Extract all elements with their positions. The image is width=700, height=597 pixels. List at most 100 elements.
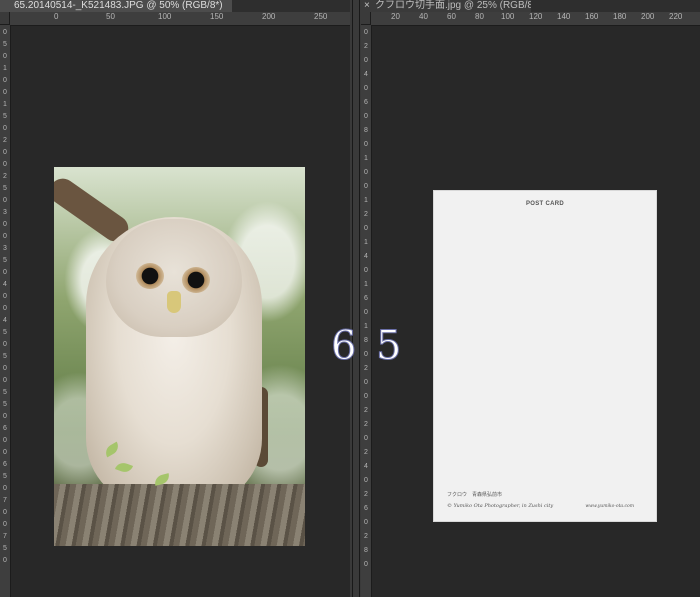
ruler-label: 7 xyxy=(3,533,7,540)
ruler-label: 1 xyxy=(364,197,368,204)
tab-owl-photo[interactable]: 65.20140514-_K521483.JPG @ 50% (RGB/8*) xyxy=(0,0,232,12)
ruler-label: 0 xyxy=(3,377,7,384)
ruler-label: 2 xyxy=(3,173,7,180)
ruler-label: 5 xyxy=(3,545,7,552)
ruler-label: 0 xyxy=(3,149,7,156)
ruler-label: 3 xyxy=(3,209,7,216)
ruler-label: 0 xyxy=(364,113,368,120)
ruler-label: 100 xyxy=(158,12,172,21)
owl-beak xyxy=(167,291,181,313)
ruler-label: 200 xyxy=(262,12,276,21)
ruler-label: 6 xyxy=(3,425,7,432)
ruler-label: 0 xyxy=(364,225,368,232)
ruler-label: 5 xyxy=(3,257,7,264)
ruler-label: 120 xyxy=(529,12,543,21)
owl-head xyxy=(106,219,242,337)
ruler-label: 8 xyxy=(364,337,368,344)
ruler-label: 0 xyxy=(3,365,7,372)
ruler-label: 0 xyxy=(364,561,368,568)
ruler-label: 1 xyxy=(364,155,368,162)
tab-title: 65.20140514-_K521483.JPG @ 50% (RGB/8*) xyxy=(14,0,223,11)
ruler-label: 4 xyxy=(3,281,7,288)
ruler-label: 0 xyxy=(3,341,7,348)
ruler-label: 0 xyxy=(3,485,7,492)
ruler-label: 5 xyxy=(3,185,7,192)
ruler-label: 140 xyxy=(557,12,571,21)
ruler-label: 180 xyxy=(613,12,627,21)
ruler-label: 6 xyxy=(364,99,368,106)
ruler-label: 0 xyxy=(3,197,7,204)
owl-eye xyxy=(136,263,164,289)
tab-strip xyxy=(232,0,350,12)
ruler-label: 0 xyxy=(3,557,7,564)
ruler-label: 60 xyxy=(447,12,456,21)
ruler-label: 220 xyxy=(669,12,683,21)
ruler-label: 0 xyxy=(54,12,59,21)
ruler-label: 0 xyxy=(3,293,7,300)
ruler-label: 5 xyxy=(3,113,7,120)
ruler-label: 0 xyxy=(364,435,368,442)
postcard-copyright: © Yumiko Ota Photographer, in Zushi city xyxy=(447,503,554,509)
ruler-label: 2 xyxy=(364,407,368,414)
vertical-ruler[interactable]: 0 2 0 4 0 6 0 8 0 1 0 0 1 2 0 1 4 0 1 6 0 1 8 0 2 0 0 2 2 0 2 4 0 2 6 0 2 8 0 xyxy=(361,25,372,597)
ruler-label: 0 xyxy=(364,183,368,190)
ruler-label: 0 xyxy=(3,77,7,84)
tab-postcard[interactable]: × クフロウ切手面.jpg @ 25% (RGB/8) xyxy=(361,0,531,12)
ruler-label: 0 xyxy=(3,125,7,132)
ruler-label: 0 xyxy=(3,449,7,456)
ruler-label: 2 xyxy=(364,491,368,498)
ruler-label: 4 xyxy=(364,253,368,260)
ruler-label: 4 xyxy=(364,463,368,470)
ruler-label: 0 xyxy=(364,169,368,176)
ruler-label: 6 xyxy=(3,461,7,468)
ruler-label: 2 xyxy=(364,43,368,50)
ruler-label: 6 xyxy=(364,295,368,302)
ruler-label: 0 xyxy=(3,161,7,168)
close-icon[interactable]: × xyxy=(364,0,370,12)
ruler-label: 1 xyxy=(3,101,7,108)
ruler-corner[interactable] xyxy=(361,12,371,25)
ruler-label: 0 xyxy=(3,221,7,228)
panel-divider[interactable] xyxy=(350,0,361,597)
ruler-label: 40 xyxy=(419,12,428,21)
ruler-label: 0 xyxy=(3,89,7,96)
ruler-label: 0 xyxy=(3,53,7,60)
ruler-label: 0 xyxy=(364,477,368,484)
ruler-label: 0 xyxy=(3,305,7,312)
ruler-label: 2 xyxy=(364,449,368,456)
ruler-label: 150 xyxy=(210,12,224,21)
ruler-label: 20 xyxy=(391,12,400,21)
ruler-label: 2 xyxy=(364,421,368,428)
postcard-url: www.yumiko-ota.com xyxy=(585,504,634,509)
vertical-ruler[interactable]: 0 5 0 1 0 0 1 5 0 2 0 0 2 5 0 3 0 0 3 5 0 4 0 0 4 5 0 5 0 0 5 5 0 6 0 0 6 5 0 7… xyxy=(0,25,11,597)
ruler-label: 0 xyxy=(3,509,7,516)
ruler-label: 1 xyxy=(364,323,368,330)
ruler-label: 7 xyxy=(3,497,7,504)
ruler-label: 200 xyxy=(641,12,655,21)
ruler-label: 1 xyxy=(3,65,7,72)
ruler-label: 6 xyxy=(364,505,368,512)
ruler-label: 5 xyxy=(3,41,7,48)
horizontal-ruler[interactable]: 20 40 60 80 100 120 140 160 180 200 220 xyxy=(371,12,700,26)
ruler-label: 3 xyxy=(3,245,7,252)
ruler-label: 0 xyxy=(3,437,7,444)
log xyxy=(54,484,305,546)
ruler-label: 80 xyxy=(475,12,484,21)
ruler-label: 5 xyxy=(3,473,7,480)
ruler-label: 5 xyxy=(3,401,7,408)
ruler-label: 0 xyxy=(3,269,7,276)
ruler-corner[interactable] xyxy=(0,12,10,25)
ruler-label: 4 xyxy=(3,317,7,324)
owl-photo xyxy=(54,167,305,546)
owl-eye xyxy=(182,267,210,293)
ruler-label: 2 xyxy=(364,365,368,372)
postcard-caption: フクロウ 青森県弘前市 xyxy=(447,492,503,498)
ruler-label: 0 xyxy=(364,309,368,316)
ruler-label: 0 xyxy=(364,57,368,64)
horizontal-ruler[interactable]: 0 50 100 150 200 250 xyxy=(10,12,350,26)
tab-strip xyxy=(531,0,700,12)
ruler-label: 160 xyxy=(585,12,599,21)
number-label-right: 5 xyxy=(375,323,404,370)
tab-title: クフロウ切手面.jpg @ 25% (RGB/8) xyxy=(375,0,531,11)
ruler-label: 5 xyxy=(3,329,7,336)
